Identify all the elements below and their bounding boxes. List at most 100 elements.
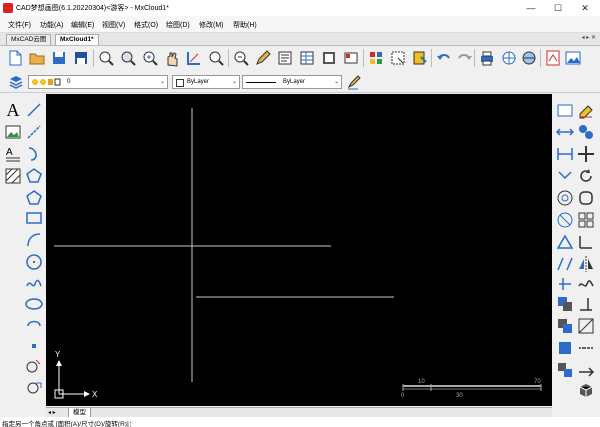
point-tool-icon[interactable]: [24, 336, 44, 356]
bring-front-icon[interactable]: [555, 294, 575, 314]
ellipse-arc-icon[interactable]: [24, 314, 44, 334]
ungroup-icon[interactable]: [576, 360, 596, 380]
hatch-tool-icon[interactable]: [3, 166, 23, 186]
fillet-icon[interactable]: [576, 188, 596, 208]
window-title: CAD梦想画图(6.1.20220304)<游客> - MxCloud1*: [16, 5, 169, 12]
polygon-tool-icon[interactable]: [24, 166, 44, 186]
drawing-canvas[interactable]: Y X 10 70 0 30: [46, 94, 552, 406]
rectangle-tool-icon[interactable]: [24, 208, 44, 228]
right-modify-toolbar: [552, 94, 600, 412]
tab-mxcloud1[interactable]: MxCloud1*: [55, 34, 99, 45]
table-icon[interactable]: [298, 49, 316, 67]
pan-hand-icon[interactable]: [163, 49, 181, 67]
minimize-button[interactable]: —: [518, 0, 544, 16]
move-arrows-icon[interactable]: [555, 122, 575, 142]
color-select[interactable]: ByLayer ⌄: [172, 75, 240, 89]
menu-modify[interactable]: 修改(M): [199, 20, 224, 30]
ray-tool-icon[interactable]: [24, 122, 44, 142]
zoom-in-icon[interactable]: [141, 49, 159, 67]
pentagon-tool-icon[interactable]: [24, 188, 44, 208]
move-cross-icon[interactable]: [576, 144, 596, 164]
toolbar-separator: [93, 49, 94, 67]
insert-image-icon[interactable]: [3, 122, 23, 142]
zoom-window-icon[interactable]: [97, 49, 115, 67]
arc-tool-icon[interactable]: [24, 144, 44, 164]
rotate-icon[interactable]: [576, 166, 596, 186]
drawing-area[interactable]: Y X 10 70 0 30: [46, 94, 552, 406]
export-image-icon[interactable]: [564, 49, 582, 67]
tab-mxcad-cloud[interactable]: MxCAD云图: [6, 34, 52, 45]
new-file-icon[interactable]: [6, 49, 24, 67]
tab-nav-controls[interactable]: ◂ ▸ ✕: [582, 34, 596, 41]
select-window-icon[interactable]: [555, 100, 575, 120]
stretch-icon[interactable]: [555, 144, 575, 164]
send-back-icon[interactable]: [555, 316, 575, 336]
menu-format[interactable]: 格式(O): [134, 20, 158, 30]
color-value: ByLayer: [187, 79, 210, 85]
scale-icon[interactable]: [555, 166, 575, 186]
command-line[interactable]: 指定另一个角点或 [面积(A)/尺寸(D)/旋转(R)]：: [0, 417, 600, 427]
eraser-icon[interactable]: [576, 100, 596, 120]
linetype-select[interactable]: ByLayer ⌄: [242, 75, 342, 89]
polyline-edit-icon[interactable]: [576, 274, 596, 294]
print-icon[interactable]: [478, 49, 496, 67]
properties-icon[interactable]: [320, 49, 338, 67]
draw-order-icon[interactable]: [555, 338, 575, 358]
copy-objects-icon[interactable]: [576, 122, 596, 142]
block-icon[interactable]: [342, 49, 360, 67]
mirror-icon[interactable]: [576, 254, 596, 274]
menu-function[interactable]: 功能(A): [40, 20, 63, 30]
spline-tool-icon[interactable]: [24, 274, 44, 294]
offset-circle-icon[interactable]: [555, 188, 575, 208]
zoom-previous-icon[interactable]: [232, 49, 250, 67]
layout-nav-arrows[interactable]: ◂ ▸: [48, 409, 56, 416]
open-folder-icon[interactable]: [28, 49, 46, 67]
3d-box-icon[interactable]: [576, 380, 596, 400]
redo-icon[interactable]: [455, 49, 473, 67]
close-button[interactable]: ✕: [572, 0, 598, 16]
trim-icon[interactable]: [555, 274, 575, 294]
layer-select[interactable]: 0 ⌄: [28, 75, 168, 89]
line-tool-icon[interactable]: [24, 100, 44, 120]
text-tool-icon[interactable]: A: [3, 100, 23, 120]
property-toolbar: 0 ⌄ ByLayer ⌄ ByLayer ⌄: [0, 72, 600, 93]
save-icon[interactable]: [50, 49, 68, 67]
explode-circle-icon[interactable]: [555, 210, 575, 230]
arc-3point-icon[interactable]: [24, 230, 44, 250]
menu-help[interactable]: 帮助(H): [233, 20, 257, 30]
select-icon[interactable]: [389, 49, 407, 67]
maximize-button[interactable]: ☐: [545, 0, 571, 16]
array-grid-icon[interactable]: [576, 210, 596, 230]
web-globe-icon[interactable]: [500, 49, 518, 67]
line-weight-pen-icon[interactable]: [346, 74, 362, 90]
layer-palette-icon[interactable]: [367, 49, 385, 67]
make-block-icon[interactable]: [24, 378, 44, 398]
block-insert-icon[interactable]: [24, 356, 44, 376]
measure-icon[interactable]: [576, 232, 596, 252]
network-icon[interactable]: [520, 49, 538, 67]
undo-icon[interactable]: [435, 49, 453, 67]
dimension-icon[interactable]: [185, 49, 203, 67]
layer-manager-icon[interactable]: [8, 74, 24, 90]
zoom-extents-icon[interactable]: [207, 49, 225, 67]
zoom-realtime-icon[interactable]: [119, 49, 137, 67]
scale-label-0: 0: [401, 393, 405, 399]
join-icon[interactable]: [576, 338, 596, 358]
export-pdf-icon[interactable]: [544, 49, 562, 67]
lengthen-icon[interactable]: [576, 316, 596, 336]
pencil-draw-icon[interactable]: [254, 49, 272, 67]
text-editor-icon[interactable]: [276, 49, 294, 67]
menu-draw[interactable]: 绘图(D): [166, 20, 190, 30]
circle-tool-icon[interactable]: [24, 252, 44, 272]
match-properties-icon[interactable]: [411, 49, 429, 67]
menu-view[interactable]: 视图(V): [102, 20, 125, 30]
break-icon[interactable]: [555, 254, 575, 274]
ellipse-tool-icon[interactable]: [24, 294, 44, 314]
multiline-text-icon[interactable]: A: [3, 144, 23, 164]
print-preview-icon[interactable]: [72, 49, 90, 67]
group-icon[interactable]: [555, 360, 575, 380]
extend-icon[interactable]: [576, 294, 596, 314]
menu-edit[interactable]: 编辑(E): [71, 20, 94, 30]
chamfer-icon[interactable]: [555, 232, 575, 252]
menu-file[interactable]: 文件(F): [8, 20, 31, 30]
